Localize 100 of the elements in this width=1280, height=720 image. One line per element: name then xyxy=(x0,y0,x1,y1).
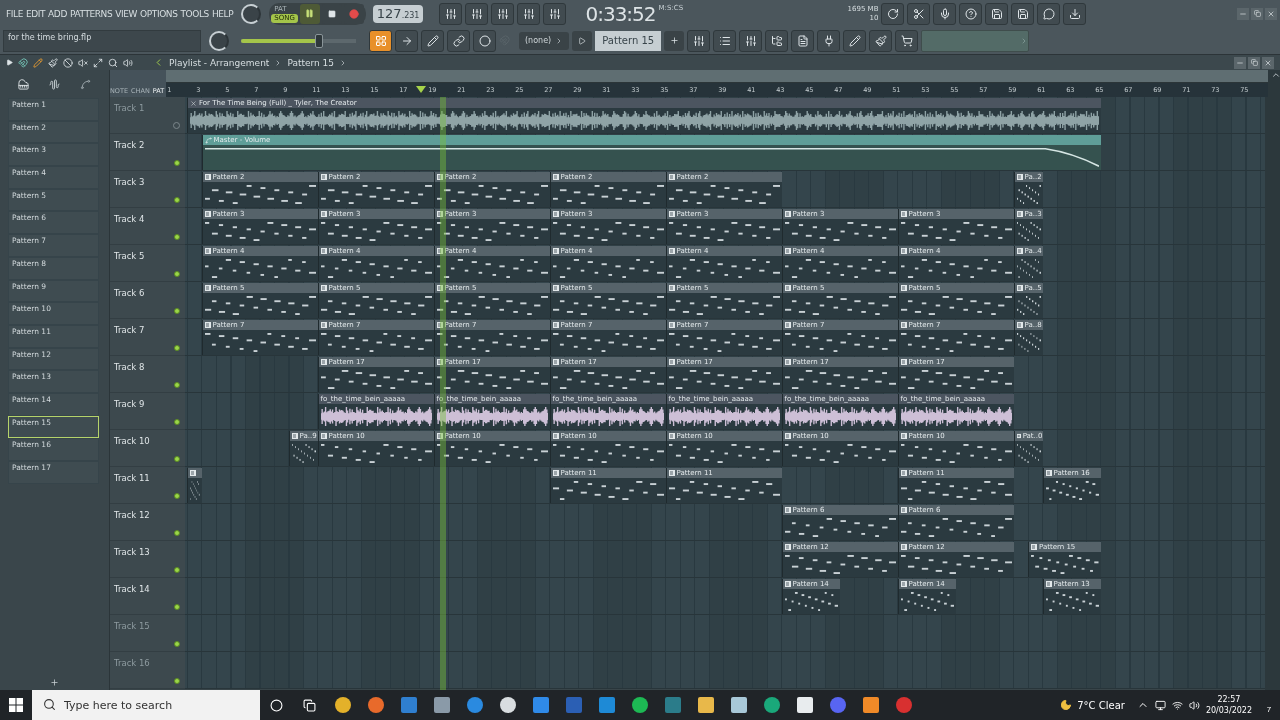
search-field[interactable]: Type here to search xyxy=(32,690,260,720)
menu-item[interactable]: TOOLS xyxy=(180,8,209,19)
weather-text[interactable]: 7°C Clear xyxy=(1077,699,1125,711)
cortana-icon[interactable] xyxy=(270,698,283,712)
metronome-button[interactable] xyxy=(473,29,496,52)
cut-button[interactable] xyxy=(907,2,931,25)
pattern-selector[interactable]: Pattern 15 xyxy=(595,30,662,51)
minimize-button[interactable] xyxy=(1234,56,1246,69)
search-icon[interactable] xyxy=(108,57,118,68)
toolbar-button[interactable] xyxy=(817,29,841,52)
microphone-button[interactable] xyxy=(933,2,957,25)
curve-icon[interactable] xyxy=(80,78,91,90)
app-icon[interactable] xyxy=(499,697,516,713)
track-enable-dot[interactable] xyxy=(174,197,180,203)
knob[interactable] xyxy=(209,30,229,51)
close-button[interactable] xyxy=(1265,7,1277,20)
vertical-scrollbar[interactable] xyxy=(1265,97,1280,690)
menu-item[interactable]: ADD xyxy=(48,8,67,19)
track-enable-dot[interactable] xyxy=(174,530,180,536)
track-enable-dot[interactable] xyxy=(174,493,180,499)
track-enable-dot[interactable] xyxy=(174,308,180,314)
network-icon[interactable] xyxy=(1171,699,1183,711)
chat-button[interactable] xyxy=(1037,2,1061,25)
moon-icon[interactable] xyxy=(1060,699,1073,711)
track-enable-dot[interactable] xyxy=(174,678,180,684)
track-header[interactable]: Track 9 xyxy=(110,393,185,430)
close-icon[interactable] xyxy=(190,99,197,107)
app-icon[interactable] xyxy=(862,697,879,713)
download-button[interactable] xyxy=(1063,2,1087,25)
save-button[interactable] xyxy=(985,2,1009,25)
track-header[interactable]: Track 2 xyxy=(110,134,185,171)
toolbar-button[interactable] xyxy=(739,29,763,52)
select-icon[interactable] xyxy=(93,57,103,68)
toolbar-button[interactable] xyxy=(895,29,919,52)
save-as-button[interactable] xyxy=(1011,2,1035,25)
track-header[interactable]: Track 5 xyxy=(110,245,185,282)
undo-button[interactable] xyxy=(881,2,905,25)
track-header[interactable]: Track 11 xyxy=(110,467,185,504)
close-button[interactable] xyxy=(1262,56,1274,69)
menu-item[interactable]: OPTIONS xyxy=(140,8,178,19)
clock[interactable]: 22:57 20/03/2022 xyxy=(1205,694,1252,716)
menu-item[interactable]: FILE xyxy=(6,8,23,19)
app-icon[interactable] xyxy=(697,697,714,713)
track-header[interactable]: Track 1 xyxy=(110,97,185,134)
track-enable-dot[interactable] xyxy=(174,641,180,647)
track-enable-dot[interactable] xyxy=(174,419,180,425)
toolbar-button[interactable] xyxy=(843,29,867,52)
monitor-icon[interactable] xyxy=(1154,699,1166,711)
track-enable-dot[interactable] xyxy=(174,382,180,388)
track-header[interactable]: Track 7 xyxy=(110,319,185,356)
pattern-clip[interactable] xyxy=(187,468,202,503)
track-header[interactable]: Track 3 xyxy=(110,171,185,208)
waveform-icon[interactable] xyxy=(49,78,60,90)
add-icon[interactable] xyxy=(50,677,59,687)
tempo-display[interactable]: 127.231 xyxy=(372,4,424,23)
app-icon[interactable] xyxy=(433,697,450,713)
pause-button[interactable] xyxy=(299,3,320,24)
pencil-icon[interactable] xyxy=(33,57,43,68)
toolbar-button[interactable] xyxy=(765,29,789,52)
track-enable-dot[interactable] xyxy=(174,345,180,351)
track-header[interactable]: Track 8 xyxy=(110,356,185,393)
menu-item[interactable]: EDIT xyxy=(25,8,46,19)
delete-icon[interactable] xyxy=(63,57,73,68)
menu-item[interactable]: PATTERNS xyxy=(69,8,113,19)
task-view-icon[interactable] xyxy=(303,698,316,712)
playlist-button[interactable] xyxy=(369,29,392,52)
menu-item[interactable]: VIEW xyxy=(115,8,138,19)
toolbar-button[interactable] xyxy=(491,2,515,25)
toolbar-button[interactable] xyxy=(465,2,489,25)
arrow-button[interactable] xyxy=(395,29,418,52)
menu-item[interactable]: HELP xyxy=(211,8,234,19)
app-icon[interactable] xyxy=(631,697,648,713)
toolbar-button[interactable] xyxy=(543,2,567,25)
knob[interactable] xyxy=(241,3,262,24)
track-header[interactable]: Track 12 xyxy=(110,504,185,541)
track-header[interactable]: Track 4 xyxy=(110,208,185,245)
snap-dropdown[interactable]: (none) xyxy=(519,31,570,50)
toolbar-button[interactable] xyxy=(791,29,815,52)
mute-icon[interactable] xyxy=(78,57,88,68)
horizontal-scrollbar[interactable] xyxy=(166,70,1269,83)
play-icon[interactable] xyxy=(6,59,13,66)
track-header[interactable]: Track 13 xyxy=(110,541,185,578)
play-pattern-button[interactable] xyxy=(572,30,593,51)
brush-icon[interactable] xyxy=(48,57,58,68)
pen-button[interactable] xyxy=(421,29,444,52)
slider-thumb[interactable] xyxy=(315,33,324,48)
toolbar-button[interactable] xyxy=(439,2,463,25)
track-enable-dot[interactable] xyxy=(174,160,180,166)
track-enable-dot[interactable] xyxy=(174,234,180,240)
restore-button[interactable] xyxy=(1251,7,1263,20)
track-enable-dot[interactable] xyxy=(174,271,180,277)
track-header[interactable]: Track 6 xyxy=(110,282,185,319)
piano-icon[interactable] xyxy=(18,78,29,90)
track-enable-dot[interactable] xyxy=(174,604,180,610)
breadcrumb[interactable]: Pattern 15 xyxy=(287,57,335,68)
volume-icon[interactable] xyxy=(1188,699,1200,711)
app-icon[interactable] xyxy=(334,697,351,713)
track-enable-dot[interactable] xyxy=(174,456,180,462)
restore-button[interactable] xyxy=(1248,56,1260,69)
track-header[interactable]: Track 10 xyxy=(110,430,185,467)
